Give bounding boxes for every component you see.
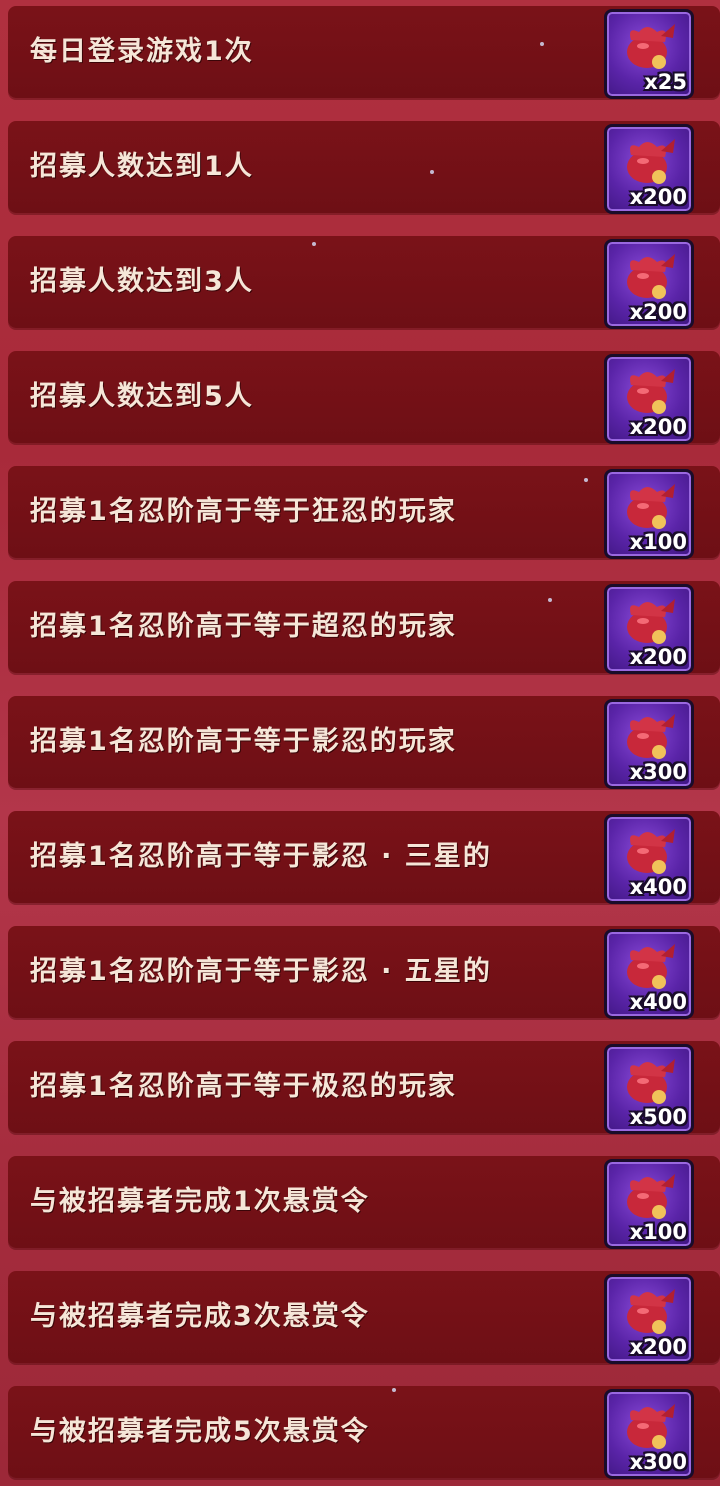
task-label: 与被招募者完成1次悬赏令 (30, 1186, 370, 1217)
sparkle-decoration (392, 1388, 396, 1392)
task-row[interactable]: 与被招募者完成1次悬赏令 x100 (8, 1156, 720, 1249)
reward-slot[interactable]: x400 (604, 814, 694, 904)
task-label: 招募1名忍阶高于等于超忍的玩家 (30, 611, 457, 642)
red-pouch-icon (627, 714, 675, 759)
reward-quantity: x500 (629, 1105, 687, 1129)
task-row[interactable]: 招募1名忍阶高于等于狂忍的玩家 x100 (8, 466, 720, 559)
red-pouch-icon (627, 484, 675, 529)
reward-quantity: x400 (629, 875, 687, 899)
task-label: 与被招募者完成5次悬赏令 (30, 1416, 370, 1447)
reward-slot[interactable]: x200 (604, 1274, 694, 1364)
task-row[interactable]: 招募1名忍阶高于等于极忍的玩家 x500 (8, 1041, 720, 1134)
task-row[interactable]: 与被招募者完成3次悬赏令 x200 (8, 1271, 720, 1364)
task-label: 招募人数达到3人 (30, 266, 254, 297)
reward-quantity: x200 (629, 415, 687, 439)
reward-slot[interactable]: x200 (604, 239, 694, 329)
reward-slot[interactable]: x200 (604, 124, 694, 214)
task-label: 招募1名忍阶高于等于狂忍的玩家 (30, 496, 457, 527)
red-pouch-icon (627, 1404, 675, 1449)
red-pouch-icon (627, 254, 675, 299)
task-row[interactable]: 招募1名忍阶高于等于影忍 · 三星的 x400 (8, 811, 720, 904)
reward-quantity: x200 (629, 1335, 687, 1359)
reward-slot[interactable]: x25 (604, 9, 694, 99)
red-pouch-icon (627, 139, 675, 184)
reward-slot[interactable]: x200 (604, 354, 694, 444)
red-pouch-icon (627, 24, 675, 69)
task-label: 每日登录游戏1次 (30, 36, 254, 67)
red-pouch-icon (627, 1059, 675, 1104)
reward-slot[interactable]: x100 (604, 1159, 694, 1249)
sparkle-decoration (584, 478, 588, 482)
reward-quantity: x100 (629, 1220, 687, 1244)
sparkle-decoration (312, 242, 316, 246)
task-row[interactable]: 与被招募者完成5次悬赏令 x300 (8, 1386, 720, 1479)
reward-slot[interactable]: x300 (604, 699, 694, 789)
task-row[interactable]: 每日登录游戏1次 x25 (8, 6, 720, 99)
reward-slot[interactable]: x500 (604, 1044, 694, 1134)
reward-slot[interactable]: x400 (604, 929, 694, 1019)
reward-quantity: x400 (629, 990, 687, 1014)
task-label: 招募人数达到1人 (30, 151, 254, 182)
task-label: 与被招募者完成3次悬赏令 (30, 1301, 370, 1332)
red-pouch-icon (627, 599, 675, 644)
reward-quantity: x200 (629, 645, 687, 669)
red-pouch-icon (627, 1289, 675, 1334)
red-pouch-icon (627, 944, 675, 989)
sparkle-decoration (548, 598, 552, 602)
task-row[interactable]: 招募人数达到5人 x200 (8, 351, 720, 444)
sparkle-decoration (540, 42, 544, 46)
task-row[interactable]: 招募人数达到3人 x200 (8, 236, 720, 329)
task-row[interactable]: 招募人数达到1人 x200 (8, 121, 720, 214)
reward-slot[interactable]: x300 (604, 1389, 694, 1479)
red-pouch-icon (627, 829, 675, 874)
task-list: 每日登录游戏1次 x25 招募人数达到1人 x200 招募人数达到3人 x200… (0, 0, 720, 1486)
reward-quantity: x100 (629, 530, 687, 554)
task-row[interactable]: 招募1名忍阶高于等于超忍的玩家 x200 (8, 581, 720, 674)
reward-quantity: x200 (629, 185, 687, 209)
red-pouch-icon (627, 1174, 675, 1219)
task-label: 招募1名忍阶高于等于影忍的玩家 (30, 726, 457, 757)
reward-slot[interactable]: x200 (604, 584, 694, 674)
reward-quantity: x200 (629, 300, 687, 324)
task-label: 招募1名忍阶高于等于极忍的玩家 (30, 1071, 457, 1102)
reward-quantity: x300 (629, 1450, 687, 1474)
task-label: 招募人数达到5人 (30, 381, 254, 412)
task-row[interactable]: 招募1名忍阶高于等于影忍 · 五星的 x400 (8, 926, 720, 1019)
task-label: 招募1名忍阶高于等于影忍 · 五星的 (30, 956, 492, 987)
task-row[interactable]: 招募1名忍阶高于等于影忍的玩家 x300 (8, 696, 720, 789)
reward-slot[interactable]: x100 (604, 469, 694, 559)
reward-quantity: x25 (644, 70, 687, 94)
reward-quantity: x300 (629, 760, 687, 784)
red-pouch-icon (627, 369, 675, 414)
sparkle-decoration (430, 170, 434, 174)
task-label: 招募1名忍阶高于等于影忍 · 三星的 (30, 841, 492, 872)
